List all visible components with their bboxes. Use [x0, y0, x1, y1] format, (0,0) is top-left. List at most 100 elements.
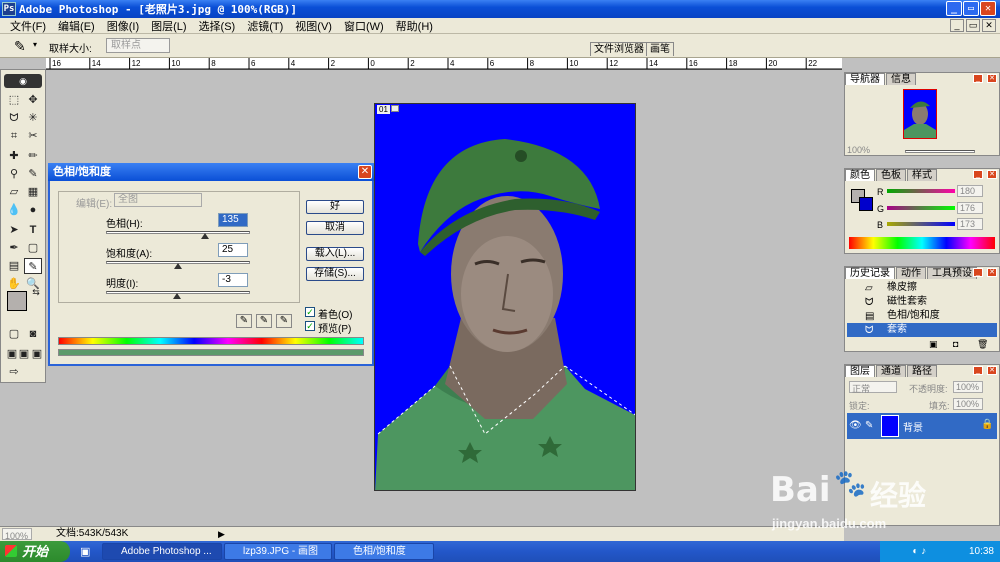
history-brush-tool-icon[interactable]: ✎: [24, 166, 42, 182]
crop-tool-icon[interactable]: ⌗: [5, 128, 23, 144]
panel-minimize-icon[interactable]: _: [973, 170, 983, 179]
tab-paths[interactable]: 路径: [907, 365, 937, 377]
panel-close-icon[interactable]: ✕: [987, 366, 997, 375]
shape-tool-icon[interactable]: ▢: [24, 240, 42, 256]
hue-slider-thumb[interactable]: [201, 233, 210, 239]
ok-button[interactable]: 好: [306, 200, 364, 214]
tab-info[interactable]: 信息: [886, 73, 916, 85]
dialog-close-button[interactable]: ✕: [358, 165, 372, 179]
tab-channels[interactable]: 通道: [876, 365, 906, 377]
menu-image[interactable]: 图像(I): [101, 18, 145, 34]
color-background-swatch[interactable]: [859, 197, 873, 211]
taskbar-item-photoshop[interactable]: Adobe Photoshop ...: [102, 543, 222, 560]
opacity-input[interactable]: 100%: [953, 381, 983, 393]
panel-close-icon[interactable]: ✕: [987, 74, 997, 83]
panel-minimize-icon[interactable]: _: [973, 74, 983, 83]
navigator-zoom-slider[interactable]: [905, 150, 975, 153]
clone-stamp-tool-icon[interactable]: ⚲: [5, 166, 23, 182]
channel-r-slider[interactable]: [887, 189, 955, 193]
eyedropper-plus-icon[interactable]: ✎: [256, 314, 272, 328]
photoshop-logo[interactable]: ◉: [4, 74, 42, 88]
tab-styles[interactable]: 样式: [907, 169, 937, 181]
eraser-tool-icon[interactable]: ▱: [5, 184, 23, 200]
taskbar-item-hue-dialog[interactable]: 色相/饱和度: [334, 543, 434, 560]
tab-navigator[interactable]: 导航器: [845, 73, 885, 85]
channel-g-input[interactable]: 176: [957, 202, 983, 214]
menu-view[interactable]: 视图(V): [289, 18, 338, 34]
menu-window[interactable]: 窗口(W): [338, 18, 390, 34]
visibility-eye-icon[interactable]: 👁: [849, 420, 862, 431]
new-document-icon[interactable]: ◘: [953, 339, 958, 349]
lightness-slider-thumb[interactable]: [172, 293, 181, 299]
chevron-down-icon[interactable]: ▾: [33, 40, 37, 49]
brush-tool-icon[interactable]: ✏: [24, 148, 42, 164]
menu-help[interactable]: 帮助(H): [390, 18, 439, 34]
zoom-input[interactable]: 100%: [2, 528, 32, 541]
channel-b-input[interactable]: 173: [957, 218, 983, 230]
tab-history[interactable]: 历史记录: [845, 267, 895, 279]
channel-g-slider[interactable]: [887, 206, 955, 210]
quick-mask-mode-icon[interactable]: ◙: [24, 326, 42, 342]
preview-checkbox[interactable]: ✓: [305, 321, 315, 331]
layer-row-background[interactable]: 👁 ✎ 背景 🔒: [847, 413, 997, 439]
start-button[interactable]: 开始: [0, 541, 70, 562]
play-arrow-icon[interactable]: ▶: [218, 527, 225, 541]
saturation-input[interactable]: 25: [218, 243, 248, 257]
saturation-slider-thumb[interactable]: [174, 263, 182, 269]
tab-color[interactable]: 颜色: [845, 169, 875, 181]
color-ramp[interactable]: [849, 237, 995, 249]
panel-minimize-icon[interactable]: _: [973, 268, 983, 277]
move-tool-icon[interactable]: ✥: [24, 92, 42, 108]
doc-restore-button[interactable]: ▭: [966, 19, 980, 32]
tab-layers[interactable]: 图层: [845, 365, 875, 377]
blur-tool-icon[interactable]: 💧: [5, 202, 23, 218]
tab-tool-presets[interactable]: 工具预设: [927, 267, 977, 279]
menu-select[interactable]: 选择(S): [193, 18, 242, 34]
slice-tool-icon[interactable]: ✂: [24, 128, 42, 144]
swap-colors-icon[interactable]: ⇆: [27, 284, 45, 300]
path-selection-tool-icon[interactable]: ➤: [5, 222, 23, 238]
hue-input[interactable]: 135: [218, 213, 248, 227]
tab-actions[interactable]: 动作: [896, 267, 926, 279]
eyedropper-tool-icon[interactable]: ✎: [24, 258, 42, 274]
standard-mode-icon[interactable]: ▢: [5, 326, 23, 342]
restore-button[interactable]: ▭: [963, 1, 979, 16]
doc-close-button[interactable]: ✕: [982, 19, 996, 32]
panel-minimize-icon[interactable]: _: [973, 366, 983, 375]
load-button[interactable]: 载入(L)...: [306, 247, 364, 261]
navigator-thumbnail[interactable]: [903, 89, 937, 139]
fill-input[interactable]: 100%: [953, 398, 983, 410]
eyedropper-minus-icon[interactable]: ✎: [276, 314, 292, 328]
menu-file[interactable]: 文件(F): [4, 18, 52, 34]
menu-filter[interactable]: 滤镜(T): [241, 18, 289, 34]
dodge-tool-icon[interactable]: ●: [24, 202, 42, 218]
cancel-button[interactable]: 取消: [306, 221, 364, 235]
gradient-tool-icon[interactable]: ▦: [24, 184, 42, 200]
navigator-zoom-value[interactable]: 100%: [847, 145, 870, 155]
hue-slider-track[interactable]: [106, 231, 250, 234]
screen-mode-full-icon[interactable]: ▣: [28, 346, 46, 362]
file-browser-tab[interactable]: 文件浏览器: [590, 42, 648, 56]
clock[interactable]: 10:38: [969, 546, 994, 557]
notes-tool-icon[interactable]: ▤: [5, 258, 23, 274]
panel-close-icon[interactable]: ✕: [987, 268, 997, 277]
colorize-checkbox[interactable]: ✓: [305, 307, 315, 317]
brushes-tab[interactable]: 画笔: [646, 42, 674, 56]
eyedropper-icon[interactable]: ✎: [236, 314, 252, 328]
sample-size-select[interactable]: 取样点: [106, 38, 170, 53]
marquee-tool-icon[interactable]: ⬚: [5, 92, 23, 108]
hand-tool-icon[interactable]: ✋: [5, 276, 23, 292]
channel-r-input[interactable]: 180: [957, 185, 983, 197]
blend-mode-select[interactable]: 正常: [849, 381, 897, 394]
tab-swatches[interactable]: 色板: [876, 169, 906, 181]
lasso-tool-icon[interactable]: ᗢ: [5, 110, 23, 126]
document-canvas[interactable]: 01: [374, 103, 636, 491]
doc-minimize-button[interactable]: _: [950, 19, 964, 32]
trash-icon[interactable]: 🗑: [977, 339, 988, 350]
menu-layer[interactable]: 图层(L): [145, 18, 192, 34]
menu-edit[interactable]: 编辑(E): [52, 18, 101, 34]
eyedropper-icon[interactable]: ✎: [14, 38, 26, 55]
show-desktop-icon[interactable]: ▣: [80, 545, 90, 558]
pen-tool-icon[interactable]: ✒: [5, 240, 23, 256]
minimize-button[interactable]: _: [946, 1, 962, 16]
